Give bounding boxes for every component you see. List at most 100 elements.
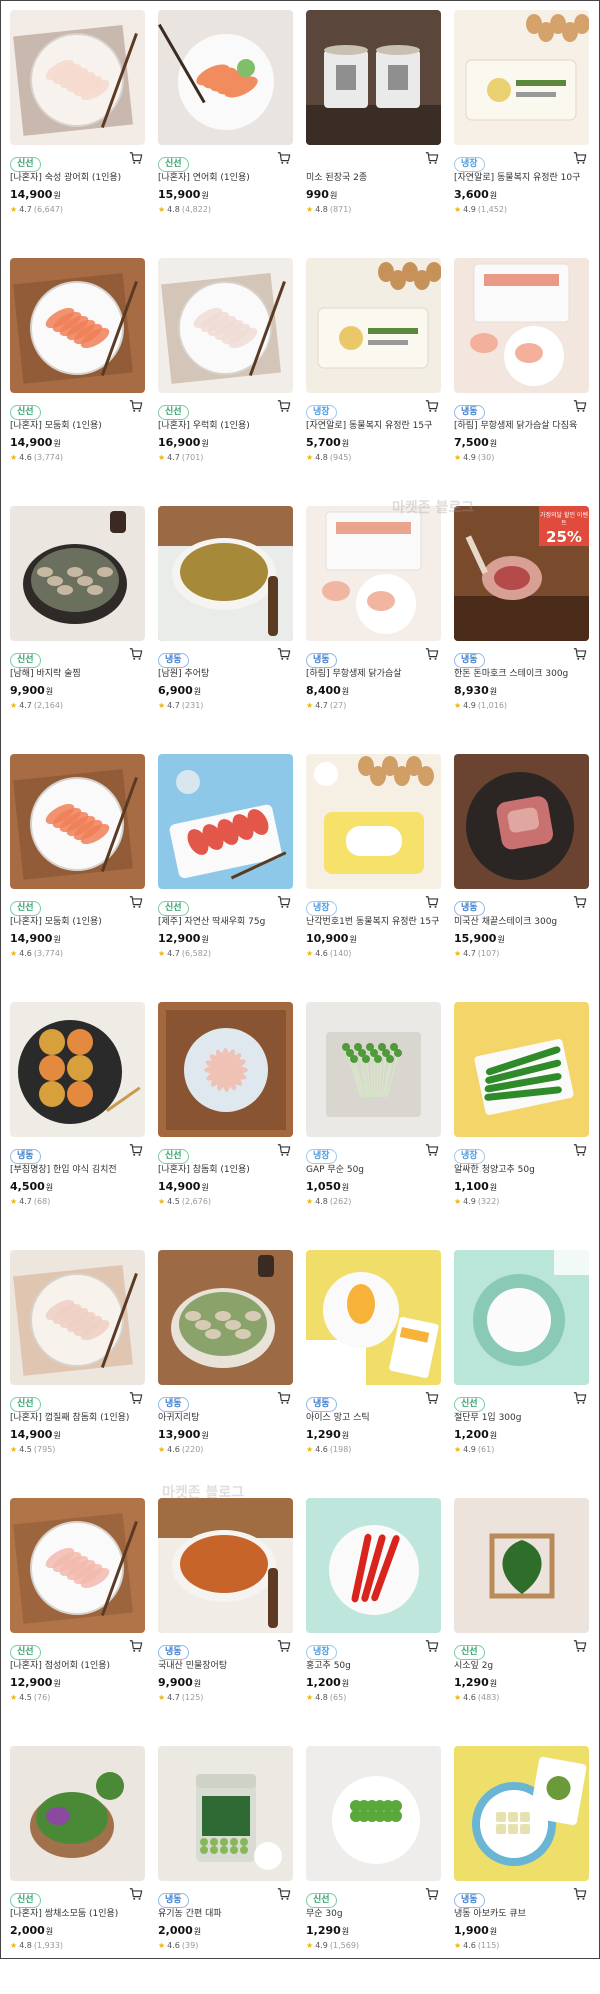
product-image[interactable] <box>10 10 145 145</box>
product-image[interactable]: 가정의달 할인 이벤트 25% <box>454 506 589 641</box>
product-name[interactable]: 국내산 민물장어탕 <box>158 1660 293 1673</box>
cart-icon[interactable] <box>425 1391 439 1405</box>
product-card[interactable]: 신선 [나혼자] 점성어회 (1인용) 12,900원 ★ 4.5 (76) <box>10 1498 145 1746</box>
cart-icon[interactable] <box>573 151 587 165</box>
product-name[interactable]: 아이스 망고 스틱 <box>306 1412 441 1425</box>
product-image[interactable] <box>10 1250 145 1385</box>
product-card[interactable]: 신선 시소잎 2g 1,290원 ★ 4.6 (483) <box>454 1498 589 1746</box>
product-card[interactable]: 냉장 난각번호1번 동물복지 유정란 15구 10,900원 ★ 4.6 (140) <box>306 754 441 1002</box>
product-card[interactable]: 신선 [나혼자] 우럭회 (1인용) 16,900원 ★ 4.7 (701) <box>158 258 293 506</box>
product-image[interactable] <box>306 1250 441 1385</box>
product-image[interactable] <box>306 754 441 889</box>
product-name[interactable]: 아귀지리탕 <box>158 1412 293 1425</box>
product-image[interactable] <box>158 754 293 889</box>
product-name[interactable]: [나혼자] 숙성 광어회 (1인용) <box>10 172 145 185</box>
cart-icon[interactable] <box>573 399 587 413</box>
product-name[interactable]: [자연알로] 동물복지 유정란 10구 <box>454 172 589 185</box>
product-image[interactable] <box>454 1746 589 1881</box>
cart-icon[interactable] <box>277 1391 291 1405</box>
product-name[interactable]: [나혼자] 점성어회 (1인용) <box>10 1660 145 1673</box>
cart-icon[interactable] <box>129 1143 143 1157</box>
product-name[interactable]: [나혼자] 참돔회 (1인용) <box>158 1164 293 1177</box>
product-image[interactable] <box>306 506 441 641</box>
product-card[interactable]: 냉장 [자연알로] 동물복지 유정란 10구 3,600원 ★ 4.9 (1,452) <box>454 10 589 258</box>
product-name[interactable]: 홍고추 50g <box>306 1660 441 1673</box>
product-card[interactable]: 신선 [제주] 자연산 딱새우회 75g 12,900원 ★ 4.7 (6,582) <box>158 754 293 1002</box>
product-name[interactable]: [나혼자] 쌈채소모둠 (1인용) <box>10 1908 145 1921</box>
cart-icon[interactable] <box>573 895 587 909</box>
product-image[interactable] <box>158 258 293 393</box>
cart-icon[interactable] <box>277 1143 291 1157</box>
product-card[interactable]: 냉동 [남원] 추어탕 6,900원 ★ 4.7 (231) <box>158 506 293 754</box>
product-card[interactable]: 냉동 국내산 민물장어탕 9,900원 ★ 4.7 (125) <box>158 1498 293 1746</box>
cart-icon[interactable] <box>129 1391 143 1405</box>
product-name[interactable]: 알싸한 청양고추 50g <box>454 1164 589 1177</box>
cart-icon[interactable] <box>425 151 439 165</box>
cart-icon[interactable] <box>129 647 143 661</box>
product-image[interactable] <box>158 1250 293 1385</box>
product-name[interactable]: [나혼자] 껍질째 참돔회 (1인용) <box>10 1412 145 1425</box>
product-name[interactable]: [나혼자] 모둠회 (1인용) <box>10 916 145 929</box>
product-image[interactable] <box>306 10 441 145</box>
product-card[interactable]: 냉장 알싸한 청양고추 50g 1,100원 ★ 4.9 (322) <box>454 1002 589 1250</box>
product-image[interactable] <box>306 1002 441 1137</box>
product-card[interactable]: 냉장 홍고추 50g 1,200원 ★ 4.8 (65) <box>306 1498 441 1746</box>
product-card[interactable]: 신선 [남해] 바지락 술찜 9,900원 ★ 4.7 (2,164) <box>10 506 145 754</box>
product-name[interactable]: GAP 무순 50g <box>306 1164 441 1177</box>
product-name[interactable]: [남해] 바지락 술찜 <box>10 668 145 681</box>
product-image[interactable] <box>158 1746 293 1881</box>
product-image[interactable] <box>10 1746 145 1881</box>
product-name[interactable]: [나혼자] 모둠회 (1인용) <box>10 420 145 433</box>
product-image[interactable] <box>10 1002 145 1137</box>
cart-icon[interactable] <box>277 151 291 165</box>
product-name[interactable]: [나혼자] 우럭회 (1인용) <box>158 420 293 433</box>
product-name[interactable]: [자연알로] 동물복지 유정란 15구 <box>306 420 441 433</box>
product-card[interactable]: 냉동 [하림] 무항생제 닭가슴살 다짐육 7,500원 ★ 4.9 (30) <box>454 258 589 506</box>
product-image[interactable] <box>454 754 589 889</box>
cart-icon[interactable] <box>573 1887 587 1901</box>
product-card[interactable]: 가정의달 할인 이벤트 25% 냉동 한돈 돈마호크 스테이크 300g 8,930원 ★… <box>454 506 589 754</box>
product-image[interactable] <box>454 1002 589 1137</box>
product-card[interactable]: 신선 절단무 1입 300g 1,200원 ★ 4.9 (61) <box>454 1250 589 1498</box>
cart-icon[interactable] <box>277 647 291 661</box>
cart-icon[interactable] <box>425 895 439 909</box>
cart-icon[interactable] <box>129 895 143 909</box>
cart-icon[interactable] <box>129 151 143 165</box>
product-name[interactable]: [하림] 무항생제 닭가슴살 <box>306 668 441 681</box>
product-image[interactable] <box>454 1250 589 1385</box>
product-name[interactable]: 난각번호1번 동물복지 유정란 15구 <box>306 916 441 929</box>
product-name[interactable]: 냉동 아보카도 큐브 <box>454 1908 589 1921</box>
product-image[interactable] <box>10 754 145 889</box>
product-image[interactable] <box>306 1746 441 1881</box>
product-card[interactable]: 냉동 아이스 망고 스틱 1,290원 ★ 4.6 (198) <box>306 1250 441 1498</box>
cart-icon[interactable] <box>573 1391 587 1405</box>
product-card[interactable]: 냉동 유기농 간편 대파 2,000원 ★ 4.6 (39) <box>158 1746 293 1994</box>
product-image[interactable] <box>158 10 293 145</box>
cart-icon[interactable] <box>573 1143 587 1157</box>
product-image[interactable] <box>158 1498 293 1633</box>
cart-icon[interactable] <box>277 1887 291 1901</box>
product-card[interactable]: 신선 [나혼자] 모둠회 (1인용) 14,900원 ★ 4.6 (3,774) <box>10 258 145 506</box>
product-image[interactable] <box>158 1002 293 1137</box>
product-name[interactable]: [남원] 추어탕 <box>158 668 293 681</box>
product-card[interactable]: 냉장 [자연알로] 동물복지 유정란 15구 5,700원 ★ 4.8 (945) <box>306 258 441 506</box>
product-card[interactable]: 냉동 냉동 아보카도 큐브 1,900원 ★ 4.6 (115) <box>454 1746 589 1994</box>
product-name[interactable]: 유기농 간편 대파 <box>158 1908 293 1921</box>
product-name[interactable]: [나혼자] 연어회 (1인용) <box>158 172 293 185</box>
product-name[interactable]: [부침명장] 한입 야식 김치전 <box>10 1164 145 1177</box>
cart-icon[interactable] <box>425 1639 439 1653</box>
product-name[interactable]: 시소잎 2g <box>454 1660 589 1673</box>
product-name[interactable]: 절단무 1입 300g <box>454 1412 589 1425</box>
product-card[interactable]: 냉동 미국산 채끝스테이크 300g 15,900원 ★ 4.7 (107) <box>454 754 589 1002</box>
product-image[interactable] <box>306 1498 441 1633</box>
product-image[interactable] <box>10 258 145 393</box>
product-card[interactable]: 냉동 [하림] 무항생제 닭가슴살 8,400원 ★ 4.7 (27) <box>306 506 441 754</box>
cart-icon[interactable] <box>277 895 291 909</box>
cart-icon[interactable] <box>129 1639 143 1653</box>
cart-icon[interactable] <box>425 1887 439 1901</box>
product-name[interactable]: 미소 된장국 2종 <box>306 172 441 185</box>
product-image[interactable] <box>306 258 441 393</box>
product-card[interactable]: 신선 무순 30g 1,290원 ★ 4.9 (1,569) <box>306 1746 441 1994</box>
product-name[interactable]: 무순 30g <box>306 1908 441 1921</box>
product-name[interactable]: 미국산 채끝스테이크 300g <box>454 916 589 929</box>
